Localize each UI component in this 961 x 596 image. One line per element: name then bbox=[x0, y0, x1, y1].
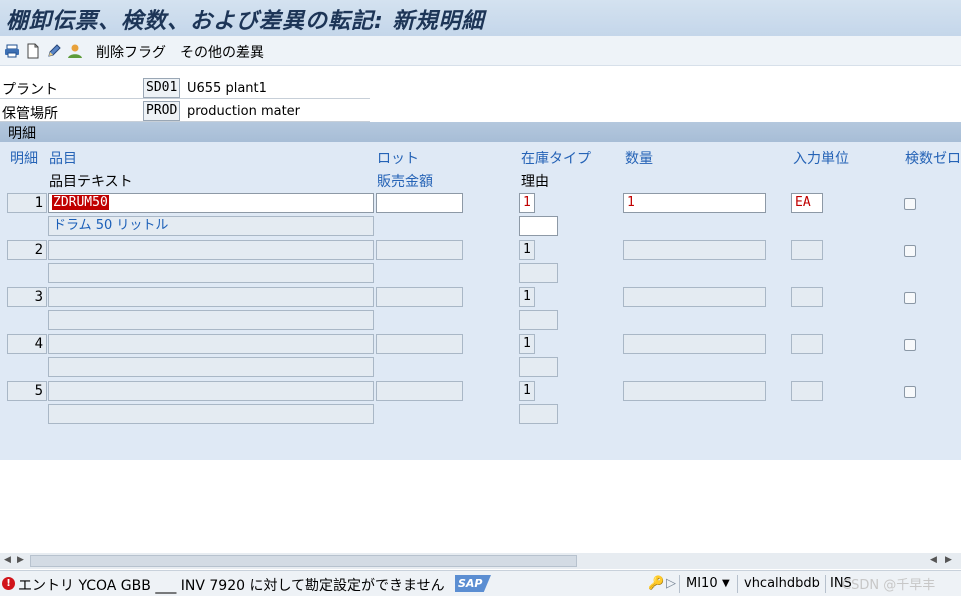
scroll-right-end-icon[interactable]: ▶ bbox=[945, 555, 952, 565]
col-header-stock-type[interactable]: 在庫タイプ bbox=[521, 148, 591, 168]
col-header-lot[interactable]: ロット bbox=[377, 148, 419, 168]
row-5-material-text bbox=[48, 404, 374, 424]
row-1-reason-input[interactable] bbox=[519, 216, 558, 236]
row-1-material-value: ZDRUM50 bbox=[52, 195, 109, 210]
error-icon: ! bbox=[2, 577, 15, 590]
row-2-reason-input[interactable] bbox=[519, 263, 558, 283]
col-header-material[interactable]: 品目 bbox=[49, 148, 77, 168]
new-document-icon[interactable] bbox=[25, 43, 41, 59]
row-5-zero-count-checkbox[interactable] bbox=[904, 386, 916, 398]
person-icon[interactable] bbox=[67, 43, 83, 59]
status-bar: ! エントリ YCOA GBB ___ INV 7920 に対して勘定設定ができ… bbox=[0, 570, 961, 596]
row-3-item-number: 3 bbox=[7, 287, 47, 307]
items-section-title: 明細 bbox=[8, 126, 36, 142]
scrollbar-thumb[interactable] bbox=[30, 555, 577, 567]
row-2-lot-input[interactable] bbox=[376, 240, 463, 260]
items-section-header: 明細 bbox=[0, 122, 961, 142]
row-3-quantity-input[interactable] bbox=[623, 287, 766, 307]
items-table: 明細 品目 品目テキスト ロット 販売金額 在庫タイプ 理由 数量 入力単位 検… bbox=[0, 142, 961, 460]
status-separator bbox=[737, 575, 738, 593]
key-icon[interactable]: 🔑 bbox=[648, 576, 664, 591]
storage-location-code-field: PROD bbox=[143, 101, 181, 121]
scroll-right-icon[interactable]: ▶ bbox=[17, 555, 24, 565]
storage-location-description: production mater bbox=[187, 104, 301, 119]
row-5-item-number: 5 bbox=[7, 381, 47, 401]
row-3-material-input[interactable] bbox=[48, 287, 374, 307]
print-icon[interactable] bbox=[4, 43, 20, 59]
window-title: 棚卸伝票、検数、および差異の転記: 新規明細 bbox=[6, 9, 485, 34]
col-header-sales-amount[interactable]: 販売金額 bbox=[377, 171, 433, 191]
row-2-material-text bbox=[48, 263, 374, 283]
row-4-reason-input[interactable] bbox=[519, 357, 558, 377]
row-3-lot-input[interactable] bbox=[376, 287, 463, 307]
col-header-item[interactable]: 明細 bbox=[10, 148, 38, 168]
row-1-material-text: ドラム 50 リットル bbox=[48, 216, 374, 236]
row-5-quantity-input[interactable] bbox=[623, 381, 766, 401]
row-4-material-input[interactable] bbox=[48, 334, 374, 354]
expand-arrow-icon[interactable]: ▷ bbox=[666, 576, 676, 591]
row-1-stock-type-input[interactable]: 1 bbox=[519, 193, 535, 213]
row-1-item-number: 1 bbox=[7, 193, 47, 213]
row-2-zero-count-checkbox[interactable] bbox=[904, 245, 916, 257]
row-2-quantity-input[interactable] bbox=[623, 240, 766, 260]
transaction-dropdown-icon[interactable]: ▼ bbox=[722, 578, 730, 589]
col-header-zero-count[interactable]: 検数ゼロ bbox=[905, 148, 961, 168]
status-separator bbox=[679, 575, 680, 593]
row-2-item-number: 2 bbox=[7, 240, 47, 260]
row-2-unit-input[interactable] bbox=[791, 240, 823, 260]
status-separator bbox=[825, 575, 826, 593]
row-5-lot-input[interactable] bbox=[376, 381, 463, 401]
plant-underline bbox=[0, 98, 370, 99]
edit-pencil-icon[interactable] bbox=[46, 43, 62, 59]
row-1-lot-input[interactable] bbox=[376, 193, 463, 213]
plant-label: プラント bbox=[2, 82, 58, 98]
server-name: vhcalhdbdb bbox=[744, 576, 820, 591]
transaction-code[interactable]: MI10 bbox=[686, 576, 718, 591]
row-4-item-number: 4 bbox=[7, 334, 47, 354]
row-3-stock-type-input[interactable]: 1 bbox=[519, 287, 535, 307]
row-2-material-input[interactable] bbox=[48, 240, 374, 260]
row-4-material-text bbox=[48, 357, 374, 377]
row-3-unit-input[interactable] bbox=[791, 287, 823, 307]
row-3-material-text bbox=[48, 310, 374, 330]
delete-flag-button[interactable]: 削除フラグ bbox=[96, 42, 166, 62]
row-5-unit-input[interactable] bbox=[791, 381, 823, 401]
row-4-lot-input[interactable] bbox=[376, 334, 463, 354]
horizontal-scrollbar[interactable]: ◀ ▶ ◀ ▶ bbox=[0, 553, 961, 569]
col-header-quantity[interactable]: 数量 bbox=[625, 148, 653, 168]
plant-description: U655 plant1 bbox=[187, 81, 267, 96]
row-4-stock-type-input[interactable]: 1 bbox=[519, 334, 535, 354]
row-1-quantity-input[interactable]: 1 bbox=[623, 193, 766, 213]
row-1-zero-count-checkbox[interactable] bbox=[904, 198, 916, 210]
row-4-unit-input[interactable] bbox=[791, 334, 823, 354]
title-bar: 棚卸伝票、検数、および差異の転記: 新規明細 bbox=[0, 0, 961, 36]
row-5-reason-input[interactable] bbox=[519, 404, 558, 424]
row-3-zero-count-checkbox[interactable] bbox=[904, 292, 916, 304]
plant-code-field: SD01 bbox=[143, 78, 181, 98]
application-toolbar: 削除フラグ その他の差異 bbox=[0, 36, 961, 66]
status-message[interactable]: エントリ YCOA GBB ___ INV 7920 に対して勘定設定ができませ… bbox=[18, 575, 445, 595]
row-4-quantity-input[interactable] bbox=[623, 334, 766, 354]
row-5-material-input[interactable] bbox=[48, 381, 374, 401]
row-2-stock-type-input[interactable]: 1 bbox=[519, 240, 535, 260]
other-differences-button[interactable]: その他の差異 bbox=[180, 42, 264, 62]
row-1-material-input[interactable]: ZDRUM50 bbox=[48, 193, 374, 213]
row-5-stock-type-input[interactable]: 1 bbox=[519, 381, 535, 401]
watermark: CSDN @千早丰 bbox=[842, 578, 936, 593]
scroll-left-icon[interactable]: ◀ bbox=[4, 555, 11, 565]
row-1-unit-input[interactable]: EA bbox=[791, 193, 823, 213]
col-header-material-text: 品目テキスト bbox=[49, 174, 133, 190]
storage-location-label: 保管場所 bbox=[2, 106, 58, 122]
sap-logo: SAP bbox=[455, 575, 491, 592]
col-header-reason: 理由 bbox=[521, 174, 549, 190]
col-header-entry-unit[interactable]: 入力単位 bbox=[793, 148, 849, 168]
row-3-reason-input[interactable] bbox=[519, 310, 558, 330]
row-4-zero-count-checkbox[interactable] bbox=[904, 339, 916, 351]
scroll-left-end-icon[interactable]: ◀ bbox=[930, 555, 937, 565]
